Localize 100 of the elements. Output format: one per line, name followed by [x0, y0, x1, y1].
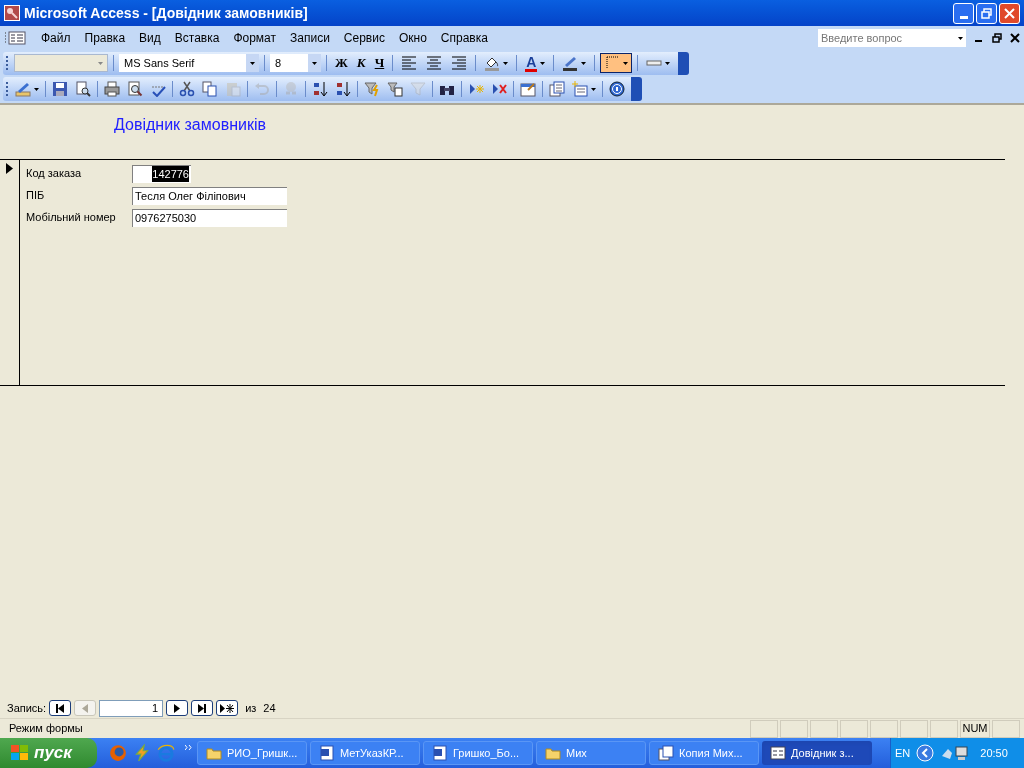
taskbar-button[interactable]: Копия Мих...: [649, 741, 759, 765]
toolbar-grip[interactable]: [6, 56, 9, 70]
filter-icon: [410, 81, 426, 97]
status-text: Режим формы: [8, 721, 84, 737]
restore-icon[interactable]: [992, 33, 1002, 43]
taskbar-button[interactable]: Довідник з...: [762, 741, 872, 765]
menu-item[interactable]: Правка: [77, 29, 133, 47]
text-field[interactable]: 0976275030: [132, 208, 287, 227]
restore-button[interactable]: [976, 2, 997, 24]
copy-icon: [202, 81, 218, 97]
menu-item[interactable]: Вид: [132, 29, 168, 47]
last-record-button[interactable]: [191, 700, 214, 716]
form-menu-icon[interactable]: [4, 31, 26, 45]
brush-icon: [562, 55, 579, 71]
print-button[interactable]: [101, 78, 123, 100]
print-preview-icon: [127, 81, 143, 97]
caret-icon: [312, 61, 317, 65]
taskbar-button[interactable]: Гришко_Бо...: [423, 741, 533, 765]
record-number-field[interactable]: 1: [99, 699, 164, 717]
taskbar-button[interactable]: МетУказКР...: [310, 741, 420, 765]
border-button[interactable]: [600, 53, 633, 73]
caret-icon: [98, 61, 103, 65]
menu-item[interactable]: Записи: [283, 29, 337, 47]
windows-logo-icon: [10, 744, 30, 762]
of-label: из: [245, 700, 257, 716]
filter-form-icon: [387, 81, 403, 97]
align-center-icon: [426, 55, 443, 71]
menu-item[interactable]: Вставка: [167, 29, 227, 47]
taskbar-button[interactable]: Мих: [536, 741, 646, 765]
document-icon: [319, 745, 335, 761]
close-icon[interactable]: [1010, 33, 1020, 43]
app-key-icon: [4, 5, 20, 21]
menu-item[interactable]: Сервис: [336, 29, 392, 47]
filter-lightning-icon: [364, 81, 380, 97]
folder-icon: [206, 745, 222, 761]
menu-item[interactable]: Справка: [433, 29, 495, 47]
menu-item[interactable]: Окно: [391, 29, 434, 47]
toolbar-grip[interactable]: [6, 82, 9, 96]
document-icon: [432, 745, 448, 761]
file-search-icon: [75, 81, 91, 97]
pencil-ruler-icon: [15, 81, 31, 97]
save-icon: [52, 81, 68, 97]
text-field[interactable]: Тесля Олег Філіпович: [132, 186, 287, 205]
field-label: Мобільний номер: [26, 210, 117, 226]
toolbar-options[interactable]: [678, 51, 690, 75]
question-dropdown-button[interactable]: [954, 29, 966, 47]
new-object-button[interactable]: [569, 78, 599, 100]
status-indicator: NUM: [960, 719, 990, 738]
next-record-button[interactable]: [166, 700, 189, 716]
undo-icon: [254, 81, 270, 97]
help-button[interactable]: [606, 78, 628, 100]
minimize-button[interactable]: [953, 2, 974, 24]
new-record-arrow-icon: [219, 703, 236, 713]
first-record-button[interactable]: [49, 700, 72, 716]
folder-icon: [545, 745, 561, 761]
new-object-icon: [572, 81, 588, 97]
sort-ascending-icon: [312, 81, 328, 97]
field-label: Код заказа: [26, 166, 83, 182]
delete-record-icon: [491, 81, 507, 97]
first-arrow-icon: [55, 703, 66, 713]
paste-icon: [225, 81, 241, 97]
cut-icon: [179, 81, 195, 97]
last-arrow-icon: [197, 703, 208, 713]
form-window-icon: [770, 745, 786, 761]
menu-item[interactable]: Формат: [226, 29, 284, 47]
menu-item[interactable]: Файл: [34, 29, 78, 47]
align-left-icon: [401, 55, 418, 71]
more-chevron-icon[interactable]: [185, 744, 193, 750]
browser-e-icon[interactable]: [157, 744, 175, 762]
new-record-icon: [468, 81, 484, 97]
sort-descending-icon: [335, 81, 351, 97]
question-field[interactable]: Введите вопрос: [818, 29, 954, 47]
new-record-button[interactable]: [216, 700, 239, 716]
window-title: Microsoft Access - [Довідник замовників]: [24, 3, 309, 23]
form-title: Довідник замовників: [114, 115, 266, 135]
database-window-icon: [549, 81, 565, 97]
font-name-combo[interactable]: MS Sans Serif: [119, 54, 259, 72]
database-button[interactable]: [546, 78, 568, 100]
italic-button[interactable]: К: [353, 53, 369, 73]
font-color-button[interactable]: A: [522, 53, 549, 73]
text-field[interactable]: 142776: [132, 164, 191, 183]
previous-arrow-icon: [81, 703, 90, 713]
close-icon: [1004, 7, 1015, 19]
start-button[interactable]: пуск: [0, 738, 97, 768]
record-label: Запись:: [7, 700, 47, 716]
bold-button[interactable]: Ж: [332, 53, 351, 73]
database-window-icon: [658, 745, 674, 761]
underline-button[interactable]: Ч: [371, 53, 388, 73]
taskbar-button[interactable]: РИО_Гришк...: [197, 741, 307, 765]
close-button[interactable]: [999, 2, 1020, 24]
expand-tray-icon[interactable]: [916, 744, 935, 762]
current-record-icon: [6, 163, 13, 174]
fill-bucket-icon: [484, 55, 501, 71]
dotted-border-icon: [604, 55, 621, 71]
record-count: 24: [263, 700, 276, 716]
caret-icon: [250, 61, 255, 65]
align-right-icon: [451, 55, 468, 71]
field-label: ПІБ: [26, 188, 46, 204]
font-size-combo[interactable]: 8: [270, 54, 321, 72]
caret-icon: [957, 36, 963, 40]
